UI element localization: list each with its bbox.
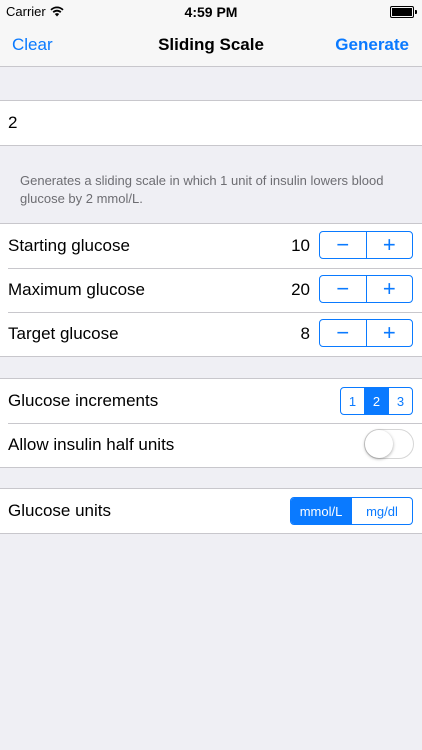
battery-icon	[390, 6, 417, 18]
glucose-units-label: Glucose units	[8, 501, 111, 520]
units-option-mmol[interactable]: mmol/L	[291, 498, 351, 524]
minus-icon[interactable]: −	[320, 276, 366, 302]
units-settings-group: Glucose units mmol/L mg/dl	[0, 488, 422, 534]
half-units-label: Allow insulin half units	[8, 435, 175, 454]
minus-icon[interactable]: −	[320, 320, 366, 346]
starting-glucose-label: Starting glucose	[8, 236, 130, 255]
starting-glucose-stepper[interactable]: − +	[319, 231, 413, 259]
target-glucose-value: 8	[300, 324, 310, 343]
status-bar: Carrier 4:59 PM	[0, 0, 422, 24]
half-units-row: Allow insulin half units	[0, 423, 422, 467]
glucose-units-row: Glucose units mmol/L mg/dl	[0, 489, 422, 533]
increment-option-3[interactable]: 3	[388, 388, 412, 414]
status-time: 4:59 PM	[184, 4, 238, 20]
target-glucose-label: Target glucose	[8, 324, 119, 343]
starting-glucose-row: Starting glucose 10 − +	[0, 224, 422, 268]
maximum-glucose-value: 20	[291, 280, 310, 299]
maximum-glucose-label: Maximum glucose	[8, 280, 145, 299]
increment-settings-group: Glucose increments 1 2 3 Allow insulin h…	[0, 378, 422, 468]
description-note: Generates a sliding scale in which 1 uni…	[20, 173, 384, 206]
increment-option-2[interactable]: 2	[364, 388, 388, 414]
glucose-settings-group: Starting glucose 10 − + Maximum glucose …	[0, 223, 422, 357]
glucose-increments-label: Glucose increments	[8, 391, 159, 410]
navigation-bar: Clear Sliding Scale Generate	[0, 24, 422, 67]
maximum-glucose-stepper[interactable]: − +	[319, 275, 413, 303]
plus-icon[interactable]: +	[365, 320, 413, 346]
glucose-increments-row: Glucose increments 1 2 3	[0, 379, 422, 423]
generate-button[interactable]: Generate	[335, 35, 409, 55]
toggle-knob	[365, 430, 393, 458]
plus-icon[interactable]: +	[365, 276, 413, 302]
maximum-glucose-row: Maximum glucose 20 − +	[0, 268, 422, 312]
units-option-mgdl[interactable]: mg/dl	[351, 498, 412, 524]
increment-option-1[interactable]: 1	[341, 388, 364, 414]
glucose-units-segmented-control[interactable]: mmol/L mg/dl	[290, 497, 413, 525]
half-units-toggle[interactable]	[364, 429, 414, 459]
minus-icon[interactable]: −	[320, 232, 366, 258]
insulin-sensitivity-value[interactable]: 2	[8, 113, 17, 133]
glucose-increments-segmented-control[interactable]: 1 2 3	[340, 387, 413, 415]
starting-glucose-value: 10	[291, 236, 310, 255]
insulin-sensitivity-field[interactable]: 2	[0, 100, 422, 146]
plus-icon[interactable]: +	[365, 232, 413, 258]
target-glucose-stepper[interactable]: − +	[319, 319, 413, 347]
target-glucose-row: Target glucose 8 − +	[0, 312, 422, 356]
